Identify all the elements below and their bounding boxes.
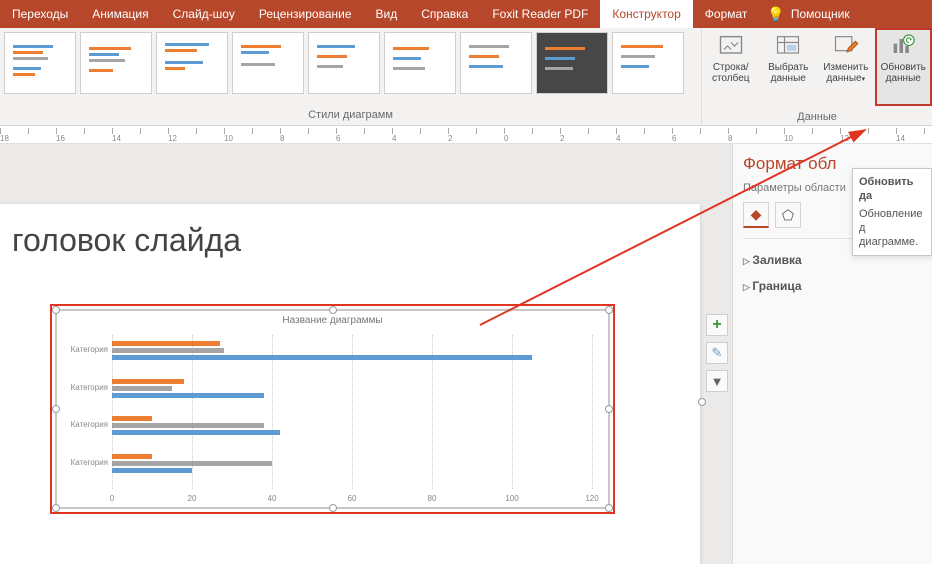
resize-handle[interactable] (605, 504, 613, 512)
resize-handle[interactable] (52, 306, 60, 314)
swap-icon (717, 32, 745, 60)
switch-row-column-button[interactable]: Строка/ столбец (702, 28, 760, 106)
resize-handle[interactable] (329, 306, 337, 314)
chart-bar[interactable] (112, 341, 220, 346)
chart-style-thumb[interactable] (308, 32, 380, 94)
fill-line-tab-icon[interactable]: ◆ (743, 202, 769, 228)
styles-group-label: Стили диаграмм (4, 107, 697, 123)
select-data-button[interactable]: Выбрать данные (760, 28, 818, 106)
chart-bar[interactable] (112, 423, 264, 428)
ribbon-body: Стили диаграмм Строка/ столбец Выбрать д… (0, 28, 932, 126)
chart-style-thumb[interactable] (612, 32, 684, 94)
chart-styles-button[interactable]: ✎ (706, 342, 728, 364)
chart-style-thumb[interactable] (4, 32, 76, 94)
resize-handle[interactable] (698, 398, 706, 406)
chart-data-group: Строка/ столбец Выбрать данные Изменить … (702, 28, 932, 125)
chart-style-thumb[interactable] (156, 32, 228, 94)
chart-styles-group: Стили диаграмм (0, 28, 702, 125)
tab-format[interactable]: Формат (693, 0, 760, 28)
tab-help[interactable]: Справка (409, 0, 480, 28)
chevron-down-icon: ▾ (862, 76, 866, 83)
table-select-icon (774, 32, 802, 60)
tooltip-title: Обновить да (859, 175, 925, 204)
chart-bar[interactable] (112, 468, 192, 473)
resize-handle[interactable] (329, 504, 337, 512)
refresh-chart-icon (889, 32, 917, 60)
data-group-label: Данные (702, 109, 932, 125)
resize-handle[interactable] (605, 306, 613, 314)
tab-animation[interactable]: Анимация (80, 0, 160, 28)
chart-bar[interactable] (112, 454, 152, 459)
resize-handle[interactable] (52, 405, 60, 413)
chart-bar[interactable] (112, 461, 272, 466)
slide-canvas[interactable]: головок слайда Название диаграммы 020406… (0, 204, 700, 564)
chart-bar[interactable] (112, 379, 184, 384)
helper-label: Помощник (791, 7, 850, 21)
resize-handle[interactable] (52, 504, 60, 512)
chart-title[interactable]: Название диаграммы (57, 315, 608, 326)
ribbon-tabs: Переходы Анимация Слайд-шоу Рецензирован… (0, 0, 932, 28)
edit-table-icon (832, 32, 860, 60)
tooltip-body: Обновление д (859, 207, 925, 236)
tab-review[interactable]: Рецензирование (247, 0, 364, 28)
tab-slideshow[interactable]: Слайд-шоу (161, 0, 247, 28)
tab-transitions[interactable]: Переходы (0, 0, 80, 28)
chart-style-thumb[interactable] (80, 32, 152, 94)
chart-bar[interactable] (112, 386, 172, 391)
resize-handle[interactable] (605, 405, 613, 413)
chart-style-thumb[interactable] (460, 32, 532, 94)
chart-bar[interactable] (112, 348, 224, 353)
tab-foxit[interactable]: Foxit Reader PDF (480, 0, 600, 28)
slide-title[interactable]: головок слайда (12, 222, 241, 259)
chart-style-thumb[interactable] (232, 32, 304, 94)
lightbulb-icon: 💡 (767, 6, 784, 23)
edit-data-button[interactable]: Изменить данные▾ (817, 28, 875, 106)
workspace: головок слайда Название диаграммы 020406… (0, 144, 932, 564)
chart-plot-area[interactable]: 020406080100120КатегорияКатегорияКатегор… (112, 335, 598, 489)
slide-editor[interactable]: головок слайда Название диаграммы 020406… (0, 144, 732, 564)
chart-style-thumb[interactable] (536, 32, 608, 94)
chart-elements-button[interactable]: + (706, 314, 728, 336)
chart-style-thumb[interactable] (384, 32, 456, 94)
chart-bar[interactable] (112, 355, 532, 360)
chart-object[interactable]: Название диаграммы 020406080100120Катего… (55, 309, 610, 509)
horizontal-ruler: 1816141210864202468101214161820222426283… (0, 126, 932, 144)
effects-tab-icon[interactable]: ⬠ (775, 202, 801, 228)
border-section[interactable]: Граница (743, 273, 922, 299)
tell-me[interactable]: 💡 Помощник (767, 0, 849, 28)
tooltip: Обновить да Обновление д диаграмме. (852, 168, 932, 256)
chart-filters-button[interactable]: ▼ (706, 370, 728, 392)
refresh-data-button[interactable]: Обновить данные (875, 28, 932, 106)
tab-view[interactable]: Вид (364, 0, 410, 28)
chart-side-tools: + ✎ ▼ (706, 314, 728, 392)
chart-bar[interactable] (112, 430, 280, 435)
tab-design[interactable]: Конструктор (600, 0, 692, 28)
tooltip-body: диаграмме. (859, 235, 925, 249)
chart-bar[interactable] (112, 393, 264, 398)
chart-bar[interactable] (112, 416, 152, 421)
